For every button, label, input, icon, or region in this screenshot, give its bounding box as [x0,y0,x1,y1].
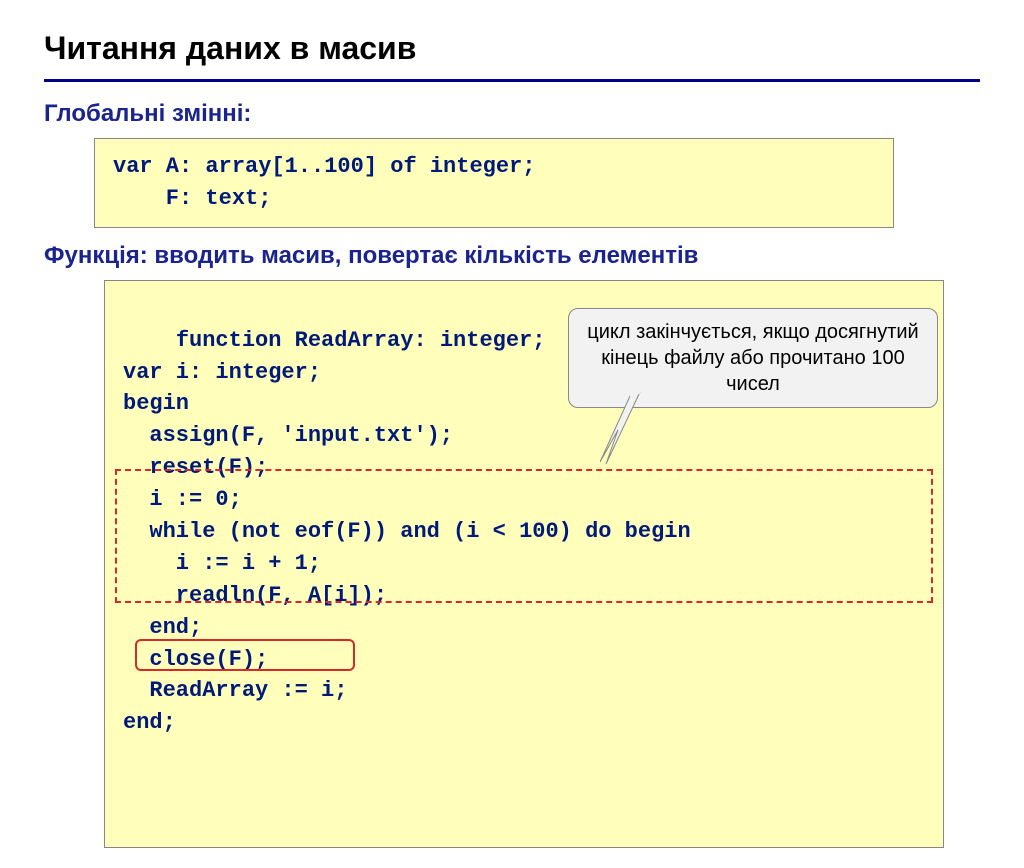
callout-text: цикл закінчується, якщо досягнутий кінец… [587,321,918,395]
slide: Читання даних в масив Глобальні змінні: … [0,0,1024,868]
subhead-function: Функція: вводить масив, повертає кількіс… [44,242,980,270]
page-title: Читання даних в масив [44,30,980,67]
subhead-globals: Глобальні змінні: [44,100,980,128]
title-rule [44,79,980,82]
codebox-globals: var A: array[1..100] of integer; F: text… [94,138,894,228]
callout-bubble: цикл закінчується, якщо досягнутий кінец… [568,308,938,408]
